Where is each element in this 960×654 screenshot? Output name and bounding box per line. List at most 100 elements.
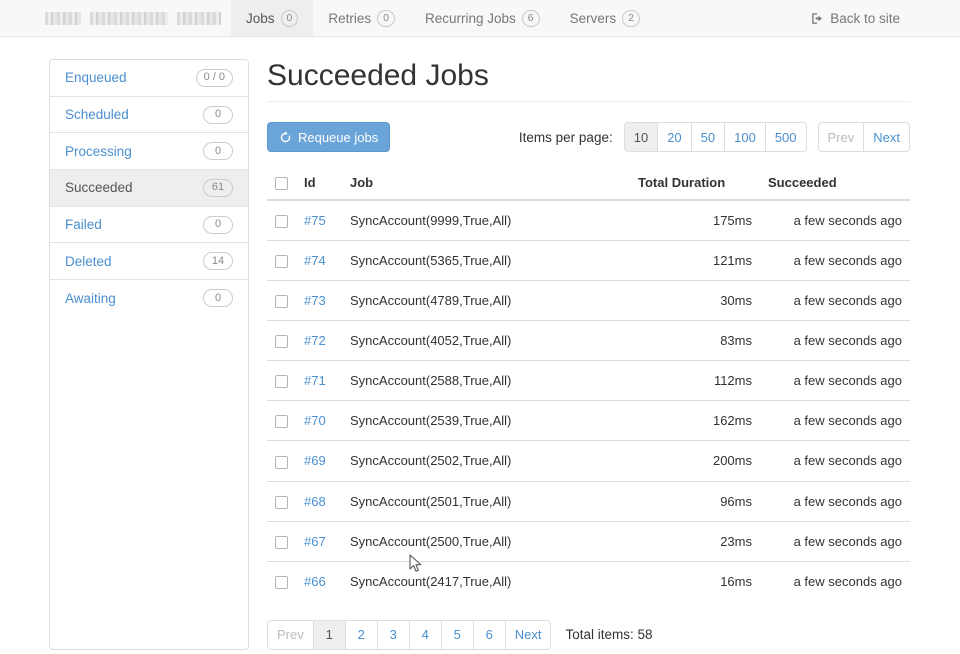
pager-prev-button: Prev bbox=[267, 620, 314, 650]
row-succeeded-cell: a few seconds ago bbox=[760, 481, 910, 521]
row-checkbox[interactable] bbox=[275, 255, 288, 268]
row-duration-cell: 16ms bbox=[630, 561, 760, 601]
sidebar-item-enqueued[interactable]: Enqueued 0 / 0 bbox=[50, 60, 248, 97]
nav-items: Jobs 0 Retries 0 Recurring Jobs 6 Server… bbox=[231, 0, 655, 36]
brand-blur-word-1 bbox=[45, 12, 81, 25]
row-checkbox[interactable] bbox=[275, 536, 288, 549]
pager-next-button[interactable]: Next bbox=[506, 620, 552, 650]
job-id-link[interactable]: #71 bbox=[304, 373, 326, 388]
sidebar-item-scheduled[interactable]: Scheduled 0 bbox=[50, 97, 248, 134]
row-succeeded-cell: a few seconds ago bbox=[760, 401, 910, 441]
table-row: #68 SyncAccount(2501,True,All) 96ms a fe… bbox=[267, 481, 910, 521]
top-next-button[interactable]: Next bbox=[864, 122, 910, 152]
sidebar-item-deleted-label: Deleted bbox=[65, 254, 112, 269]
sign-out-icon bbox=[811, 12, 824, 25]
job-id-link[interactable]: #66 bbox=[304, 574, 326, 589]
sidebar-item-processing[interactable]: Processing 0 bbox=[50, 133, 248, 170]
row-checkbox[interactable] bbox=[275, 496, 288, 509]
jobs-toolbar: Requeue jobs Items per page: 10 20 50 10… bbox=[267, 120, 910, 154]
table-row: #73 SyncAccount(4789,True,All) 30ms a fe… bbox=[267, 281, 910, 321]
nav-item-retries-label: Retries bbox=[328, 11, 371, 26]
nav-item-servers[interactable]: Servers 2 bbox=[555, 0, 655, 36]
sidebar-item-enqueued-badge: 0 / 0 bbox=[196, 69, 233, 87]
row-id-cell: #72 bbox=[296, 321, 342, 361]
row-checkbox[interactable] bbox=[275, 415, 288, 428]
pager-page-5[interactable]: 5 bbox=[442, 620, 474, 650]
nav-item-jobs-label: Jobs bbox=[246, 11, 275, 26]
row-checkbox[interactable] bbox=[275, 375, 288, 388]
row-job-cell: SyncAccount(4789,True,All) bbox=[342, 281, 630, 321]
job-id-link[interactable]: #67 bbox=[304, 534, 326, 549]
row-select-cell bbox=[267, 321, 296, 361]
requeue-jobs-button[interactable]: Requeue jobs bbox=[267, 122, 390, 152]
pager-page-3[interactable]: 3 bbox=[378, 620, 410, 650]
row-job-cell: SyncAccount(2417,True,All) bbox=[342, 561, 630, 601]
brand-logo[interactable] bbox=[0, 0, 231, 36]
brand-blur-word-3 bbox=[177, 12, 221, 25]
nav-item-recurring-jobs-label: Recurring Jobs bbox=[425, 11, 516, 26]
row-id-cell: #70 bbox=[296, 401, 342, 441]
row-select-cell bbox=[267, 481, 296, 521]
job-id-link[interactable]: #68 bbox=[304, 494, 326, 509]
job-id-link[interactable]: #73 bbox=[304, 293, 326, 308]
row-select-cell bbox=[267, 281, 296, 321]
requeue-jobs-label: Requeue jobs bbox=[298, 130, 378, 145]
row-succeeded-cell: a few seconds ago bbox=[760, 321, 910, 361]
sidebar-item-failed-label: Failed bbox=[65, 217, 102, 232]
job-id-link[interactable]: #74 bbox=[304, 253, 326, 268]
table-row: #71 SyncAccount(2588,True,All) 112ms a f… bbox=[267, 361, 910, 401]
brand-blur-word-2 bbox=[90, 12, 168, 25]
job-id-link[interactable]: #70 bbox=[304, 413, 326, 428]
row-succeeded-cell: a few seconds ago bbox=[760, 561, 910, 601]
page-title: Succeeded Jobs bbox=[267, 59, 910, 102]
row-succeeded-cell: a few seconds ago bbox=[760, 241, 910, 281]
select-all-checkbox[interactable] bbox=[275, 177, 288, 190]
row-succeeded-cell: a few seconds ago bbox=[760, 441, 910, 481]
select-all-header bbox=[267, 167, 296, 200]
pager-page-1[interactable]: 1 bbox=[314, 620, 346, 650]
row-checkbox[interactable] bbox=[275, 215, 288, 228]
top-navbar: Jobs 0 Retries 0 Recurring Jobs 6 Server… bbox=[0, 0, 960, 37]
top-prev-button: Prev bbox=[818, 122, 865, 152]
per-page-50[interactable]: 50 bbox=[692, 122, 725, 152]
nav-item-servers-label: Servers bbox=[570, 11, 617, 26]
sidebar-item-deleted[interactable]: Deleted 14 bbox=[50, 243, 248, 280]
per-page-20[interactable]: 20 bbox=[658, 122, 691, 152]
row-select-cell bbox=[267, 200, 296, 241]
row-duration-cell: 175ms bbox=[630, 200, 760, 241]
row-id-cell: #74 bbox=[296, 241, 342, 281]
sidebar-item-failed[interactable]: Failed 0 bbox=[50, 207, 248, 244]
sidebar-item-succeeded[interactable]: Succeeded 61 bbox=[50, 170, 248, 207]
pager-page-4[interactable]: 4 bbox=[410, 620, 442, 650]
nav-item-recurring-jobs[interactable]: Recurring Jobs 6 bbox=[410, 0, 555, 36]
nav-item-retries[interactable]: Retries 0 bbox=[313, 0, 410, 36]
row-checkbox[interactable] bbox=[275, 335, 288, 348]
job-id-link[interactable]: #75 bbox=[304, 213, 326, 228]
row-id-cell: #75 bbox=[296, 200, 342, 241]
row-job-cell: SyncAccount(4052,True,All) bbox=[342, 321, 630, 361]
brand-redacted-text bbox=[45, 12, 221, 25]
row-job-cell: SyncAccount(2539,True,All) bbox=[342, 401, 630, 441]
row-checkbox[interactable] bbox=[275, 456, 288, 469]
job-id-link[interactable]: #72 bbox=[304, 333, 326, 348]
per-page-500[interactable]: 500 bbox=[766, 122, 807, 152]
job-id-link[interactable]: #69 bbox=[304, 453, 326, 468]
row-checkbox[interactable] bbox=[275, 576, 288, 589]
back-to-site-link[interactable]: Back to site bbox=[811, 11, 900, 26]
table-row: #75 SyncAccount(9999,True,All) 175ms a f… bbox=[267, 200, 910, 241]
per-page-100[interactable]: 100 bbox=[725, 122, 766, 152]
row-checkbox[interactable] bbox=[275, 295, 288, 308]
jobs-table-head: Id Job Total Duration Succeeded bbox=[267, 167, 910, 200]
table-row: #66 SyncAccount(2417,True,All) 16ms a fe… bbox=[267, 561, 910, 601]
table-row: #72 SyncAccount(4052,True,All) 83ms a fe… bbox=[267, 321, 910, 361]
per-page-10[interactable]: 10 bbox=[624, 122, 658, 152]
row-succeeded-cell: a few seconds ago bbox=[760, 281, 910, 321]
row-succeeded-cell: a few seconds ago bbox=[760, 521, 910, 561]
row-duration-cell: 30ms bbox=[630, 281, 760, 321]
pager-page-6[interactable]: 6 bbox=[474, 620, 506, 650]
jobs-table: Id Job Total Duration Succeeded #75 Sync… bbox=[267, 167, 910, 601]
nav-item-jobs[interactable]: Jobs 0 bbox=[231, 0, 313, 36]
sidebar-item-awaiting[interactable]: Awaiting 0 bbox=[50, 280, 248, 317]
pager-page-2[interactable]: 2 bbox=[346, 620, 378, 650]
items-per-page-label: Items per page: bbox=[519, 130, 613, 145]
